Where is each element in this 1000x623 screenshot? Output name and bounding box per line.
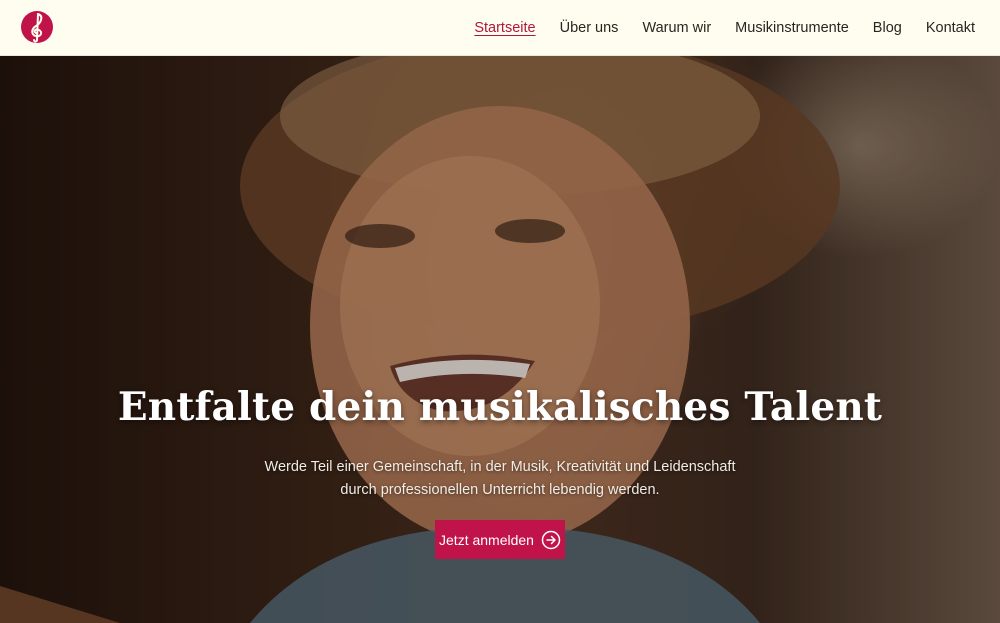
- hero-subtitle-line-1: Werde Teil einer Gemeinschaft, in der Mu…: [264, 459, 736, 475]
- nav-link-startseite[interactable]: Startseite: [474, 20, 535, 36]
- site-header: Startseite Über uns Warum wir Musikinstr…: [0, 0, 1000, 56]
- nav-link-blog[interactable]: Blog: [873, 20, 902, 36]
- hero-subtitle: Werde Teil einer Gemeinschaft, in der Mu…: [250, 456, 750, 502]
- nav-link-musikinstrumente[interactable]: Musikinstrumente: [735, 20, 849, 36]
- hero-subtitle-line-2: durch professionellen Unterricht lebendi…: [340, 482, 660, 498]
- arrow-right-circle-icon: [541, 530, 561, 550]
- hero-title: Entfalte dein musikalisches Talent: [117, 384, 883, 430]
- signup-button[interactable]: Jetzt anmelden: [435, 520, 565, 559]
- treble-clef-icon[interactable]: [20, 8, 54, 46]
- nav-link-ueber-uns[interactable]: Über uns: [560, 20, 619, 36]
- nav-link-warum-wir[interactable]: Warum wir: [642, 20, 711, 36]
- main-nav: Startseite Über uns Warum wir Musikinstr…: [450, 0, 975, 56]
- nav-link-kontakt[interactable]: Kontakt: [926, 20, 975, 36]
- signup-button-label: Jetzt anmelden: [439, 531, 534, 548]
- hero-section: Entfalte dein musikalisches Talent Werde…: [0, 56, 1000, 623]
